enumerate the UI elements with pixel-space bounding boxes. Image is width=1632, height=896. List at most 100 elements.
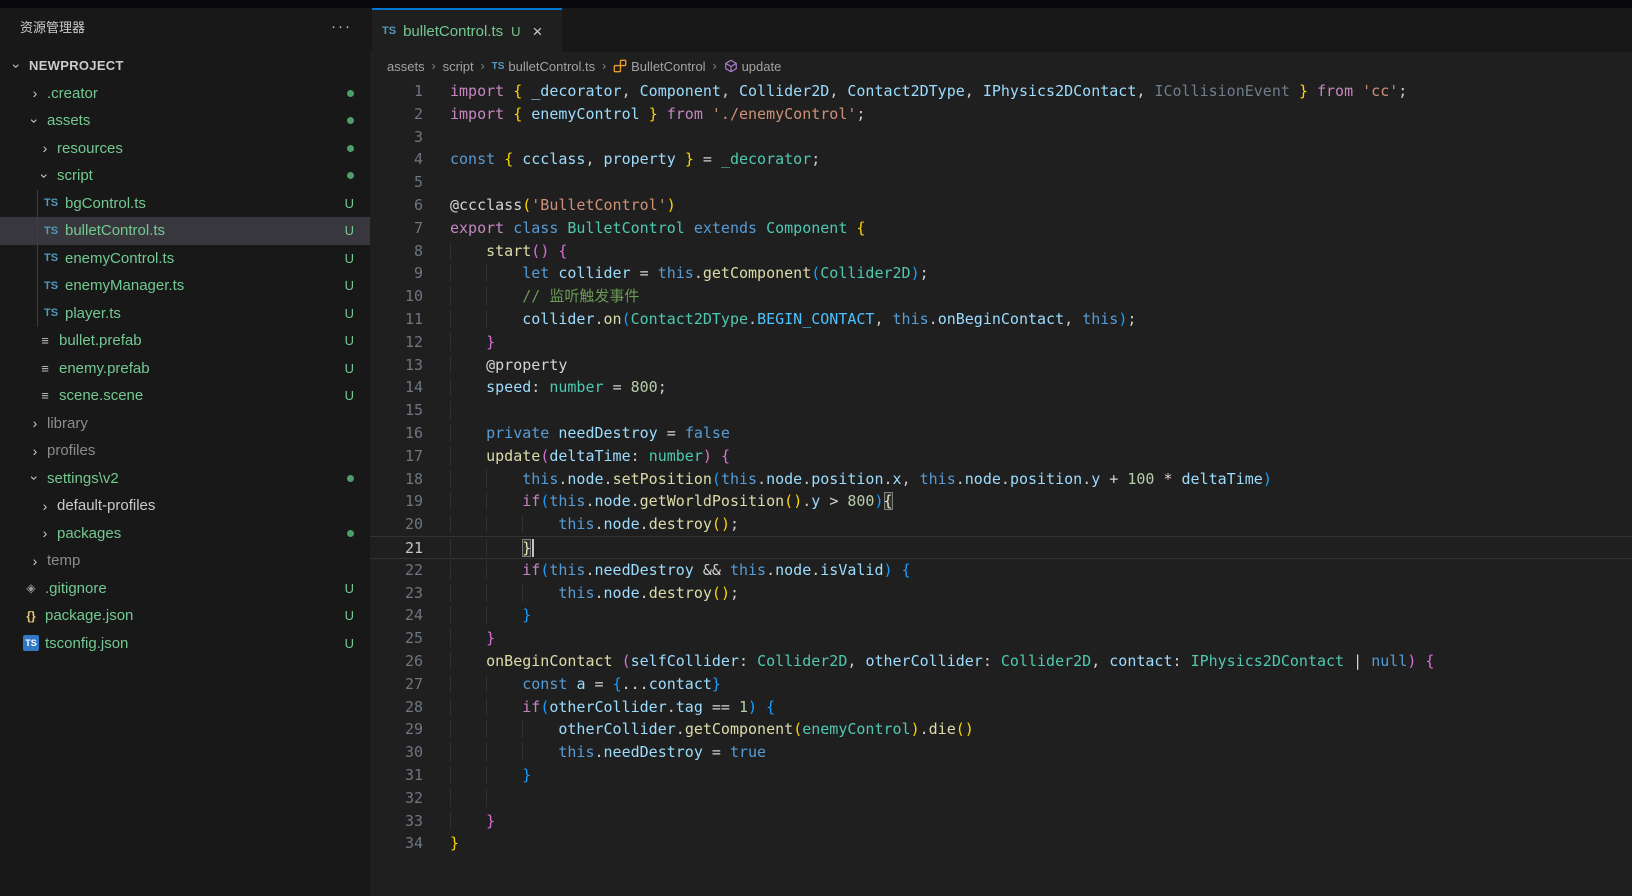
tree-item-enemycontrol-ts[interactable]: TS enemyControl.ts U xyxy=(0,245,370,273)
line-number[interactable]: 16 xyxy=(370,422,450,445)
code-line-34[interactable]: 34} xyxy=(370,832,1632,855)
code-line-15[interactable]: 15 xyxy=(370,399,1632,422)
line-number[interactable]: 2 xyxy=(370,103,450,126)
tree-item-package-json[interactable]: {} package.json U xyxy=(0,602,370,630)
code-line-22[interactable]: 22 if(this.needDestroy && this.node.isVa… xyxy=(370,559,1632,582)
line-number[interactable]: 29 xyxy=(370,718,450,741)
line-number[interactable]: 34 xyxy=(370,832,450,855)
tree-item-bulletcontrol-ts[interactable]: TS bulletControl.ts U xyxy=(0,217,370,245)
code-line-11[interactable]: 11 collider.on(Contact2DType.BEGIN_CONTA… xyxy=(370,308,1632,331)
code-editor[interactable]: 1 import { _decorator, Component, Collide… xyxy=(370,80,1632,856)
line-number[interactable]: 23 xyxy=(370,582,450,605)
line-number[interactable]: 25 xyxy=(370,627,450,650)
code-line-7[interactable]: 7 export class BulletControl extends Comp… xyxy=(370,217,1632,240)
tree-item-player-ts[interactable]: TS player.ts U xyxy=(0,300,370,328)
tree-item--gitignore[interactable]: ◈ .gitignore U xyxy=(0,575,370,603)
line-number[interactable]: 24 xyxy=(370,604,450,627)
breadcrumb-item-bulletcontrol[interactable]: BulletControl xyxy=(613,59,706,74)
tree-item-enemy-prefab[interactable]: ≡ enemy.prefab U xyxy=(0,355,370,383)
code-line-19[interactable]: 19 if(this.node.getWorldPosition().y > 8… xyxy=(370,490,1632,513)
code-line-3[interactable]: 3 xyxy=(370,126,1632,149)
code-line-6[interactable]: 6 @ccclass('BulletControl') xyxy=(370,194,1632,217)
close-icon[interactable]: × xyxy=(533,23,543,40)
line-number[interactable]: 13 xyxy=(370,354,450,377)
tree-item-scene-scene[interactable]: ≡ scene.scene U xyxy=(0,382,370,410)
tab-bulletcontrol[interactable]: TS bulletControl.ts U × xyxy=(372,8,562,52)
code-line-2[interactable]: 2 import { enemyControl } from './enemyCo… xyxy=(370,103,1632,126)
line-number[interactable]: 22 xyxy=(370,559,450,582)
code-line-27[interactable]: 27 const a = {...contact} xyxy=(370,673,1632,696)
tree-item-bgcontrol-ts[interactable]: TS bgControl.ts U xyxy=(0,190,370,218)
breadcrumb-item-bulletcontrol-ts[interactable]: TS bulletControl.ts xyxy=(492,59,596,74)
tree-item-profiles[interactable]: › profiles xyxy=(0,437,370,465)
line-number[interactable]: 28 xyxy=(370,696,450,719)
tree-item-tsconfig-json[interactable]: TS tsconfig.json U xyxy=(0,630,370,658)
ts-file-icon: TS xyxy=(382,25,397,37)
line-number[interactable]: 10 xyxy=(370,285,450,308)
line-number[interactable]: 31 xyxy=(370,764,450,787)
line-number[interactable]: 20 xyxy=(370,513,450,536)
code-line-26[interactable]: 26 onBeginContact (selfCollider: Collide… xyxy=(370,650,1632,673)
line-number[interactable]: 15 xyxy=(370,399,450,422)
code-line-20[interactable]: 20 this.node.destroy(); xyxy=(370,513,1632,536)
tree-item-library[interactable]: › library xyxy=(0,410,370,438)
breadcrumb-item-assets[interactable]: assets xyxy=(387,59,425,74)
code-line-29[interactable]: 29 otherCollider.getComponent(enemyContr… xyxy=(370,718,1632,741)
line-number[interactable]: 18 xyxy=(370,468,450,491)
breadcrumb-item-update[interactable]: update xyxy=(724,59,781,74)
line-number[interactable]: 17 xyxy=(370,445,450,468)
line-number[interactable]: 26 xyxy=(370,650,450,673)
tree-item-assets[interactable]: › assets xyxy=(0,107,370,135)
line-number[interactable]: 1 xyxy=(370,80,450,103)
line-number[interactable]: 7 xyxy=(370,217,450,240)
code-line-13[interactable]: 13 @property xyxy=(370,354,1632,377)
line-number[interactable]: 4 xyxy=(370,148,450,171)
line-number[interactable]: 6 xyxy=(370,194,450,217)
breadcrumb-item-script[interactable]: script xyxy=(443,59,474,74)
code-line-24[interactable]: 24 } xyxy=(370,604,1632,627)
code-line-17[interactable]: 17 update(deltaTime: number) { xyxy=(370,445,1632,468)
tree-item-bullet-prefab[interactable]: ≡ bullet.prefab U xyxy=(0,327,370,355)
line-number[interactable]: 21 xyxy=(370,537,450,558)
code-line-25[interactable]: 25 } xyxy=(370,627,1632,650)
code-line-4[interactable]: 4 const { ccclass, property } = _decorato… xyxy=(370,148,1632,171)
line-number[interactable]: 27 xyxy=(370,673,450,696)
code-line-23[interactable]: 23 this.node.destroy(); xyxy=(370,582,1632,605)
tree-item-packages[interactable]: › packages xyxy=(0,520,370,548)
code-line-8[interactable]: 8 start() { xyxy=(370,240,1632,263)
tree-item-script[interactable]: › script xyxy=(0,162,370,190)
line-number[interactable]: 32 xyxy=(370,787,450,810)
line-number[interactable]: 19 xyxy=(370,490,450,513)
tree-item-enemymanager-ts[interactable]: TS enemyManager.ts U xyxy=(0,272,370,300)
line-number[interactable]: 14 xyxy=(370,376,450,399)
explorer-more-actions-icon[interactable]: ··· xyxy=(331,18,352,35)
line-number[interactable]: 5 xyxy=(370,171,450,194)
line-number[interactable]: 8 xyxy=(370,240,450,263)
line-number[interactable]: 33 xyxy=(370,810,450,833)
line-number[interactable]: 9 xyxy=(370,262,450,285)
code-line-1[interactable]: 1 import { _decorator, Component, Collide… xyxy=(370,80,1632,103)
tree-item-temp[interactable]: › temp xyxy=(0,547,370,575)
line-number[interactable]: 3 xyxy=(370,126,450,149)
code-line-21[interactable]: 21 } xyxy=(370,535,1632,559)
code-line-31[interactable]: 31 } xyxy=(370,764,1632,787)
tree-item-settings-v2[interactable]: › settings\v2 xyxy=(0,465,370,493)
code-line-16[interactable]: 16 private needDestroy = false xyxy=(370,422,1632,445)
code-line-32[interactable]: 32 xyxy=(370,787,1632,810)
code-line-28[interactable]: 28 if(otherCollider.tag == 1) { xyxy=(370,696,1632,719)
tree-item-resources[interactable]: › resources xyxy=(0,135,370,163)
tree-item-newproject[interactable]: › NEWPROJECT xyxy=(0,52,370,80)
code-line-5[interactable]: 5 xyxy=(370,171,1632,194)
line-number[interactable]: 11 xyxy=(370,308,450,331)
code-line-30[interactable]: 30 this.needDestroy = true xyxy=(370,741,1632,764)
code-line-14[interactable]: 14 speed: number = 800; xyxy=(370,376,1632,399)
line-number[interactable]: 30 xyxy=(370,741,450,764)
code-line-12[interactable]: 12 } xyxy=(370,331,1632,354)
tree-item-default-profiles[interactable]: › default-profiles xyxy=(0,492,370,520)
code-line-10[interactable]: 10 // 监听触发事件 xyxy=(370,285,1632,308)
line-number[interactable]: 12 xyxy=(370,331,450,354)
tree-item--creator[interactable]: › .creator xyxy=(0,80,370,108)
code-line-18[interactable]: 18 this.node.setPosition(this.node.posit… xyxy=(370,468,1632,491)
code-line-9[interactable]: 9 let collider = this.getComponent(Colli… xyxy=(370,262,1632,285)
code-line-33[interactable]: 33 } xyxy=(370,810,1632,833)
